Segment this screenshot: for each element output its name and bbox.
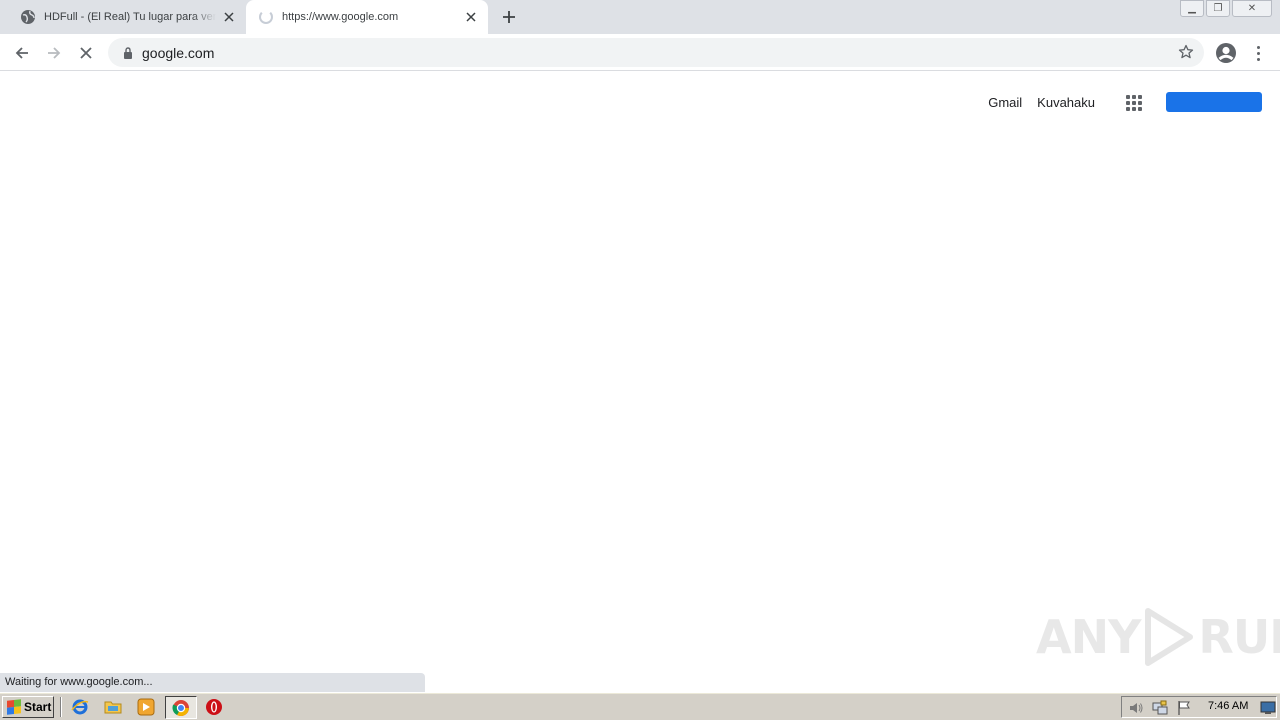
taskbar-separator [60, 697, 62, 717]
flag-icon[interactable] [1176, 700, 1192, 716]
stop-icon [80, 47, 92, 59]
back-arrow-icon [15, 47, 28, 59]
network-icon[interactable] [1152, 700, 1168, 716]
loading-spinner-icon [258, 9, 274, 25]
close-icon: ✕ [1247, 3, 1257, 14]
window-controls: ▁ ❐ ✕ [1180, 0, 1272, 17]
google-header-links: Gmail Kuvahaku [988, 95, 1095, 110]
folder-icon[interactable] [104, 698, 122, 716]
address-text: google.com [142, 44, 215, 61]
volume-icon[interactable] [1128, 700, 1144, 716]
forward-arrow-icon [48, 47, 61, 59]
page-content: Gmail Kuvahaku ANY RUN [0, 72, 1280, 692]
status-bubble: Waiting for www.google.com... [0, 673, 425, 692]
minimize-icon: ▁ [1188, 3, 1196, 14]
windows-logo-icon [7, 699, 21, 715]
browser-menu-icon[interactable] [1252, 41, 1264, 65]
close-tab-icon[interactable] [462, 8, 480, 26]
back-button[interactable] [8, 39, 36, 67]
profile-avatar-icon[interactable] [1214, 41, 1238, 65]
globe-icon [20, 9, 36, 25]
lock-icon [122, 46, 134, 60]
plus-icon [503, 11, 515, 23]
show-desktop-icon[interactable] [1260, 700, 1276, 716]
tab-strip: HDFull - (El Real) Tu lugar para ver pel… [0, 0, 1280, 34]
anyrun-watermark: ANY RUN [1036, 607, 1280, 667]
watermark-right: RUN [1198, 610, 1280, 664]
system-tray: 7:46 AM [1121, 696, 1277, 718]
gmail-link[interactable]: Gmail [988, 95, 1022, 110]
start-label: Start [24, 700, 52, 714]
media-player-icon[interactable] [137, 698, 155, 716]
browser-toolbar: google.com [0, 34, 1280, 71]
clock: 7:46 AM [1208, 700, 1249, 712]
address-bar[interactable]: google.com [108, 38, 1204, 67]
chrome-icon [172, 699, 189, 716]
tab-title: https://www.google.com [282, 11, 399, 23]
tab-hdfull[interactable]: HDFull - (El Real) Tu lugar para ver pel… [0, 0, 246, 34]
minimize-button[interactable]: ▁ [1180, 0, 1204, 17]
restore-button[interactable]: ❐ [1206, 0, 1230, 17]
stop-loading-button[interactable] [72, 39, 100, 67]
sign-in-button[interactable] [1166, 92, 1262, 112]
images-link[interactable]: Kuvahaku [1037, 95, 1095, 110]
play-logo-icon [1145, 608, 1194, 666]
windows-taskbar: Start 7:46 AM [0, 692, 1280, 720]
close-tab-icon[interactable] [220, 8, 238, 26]
opera-icon[interactable] [205, 698, 223, 716]
chrome-taskbar-button[interactable] [165, 696, 197, 719]
forward-button[interactable] [40, 39, 68, 67]
apps-grid-icon[interactable] [1126, 95, 1142, 111]
watermark-left: ANY [1036, 610, 1141, 664]
tab-title: HDFull - (El Real) Tu lugar para ver pel… [44, 11, 216, 23]
restore-icon: ❐ [1213, 3, 1223, 14]
bookmark-star-icon[interactable] [1178, 44, 1194, 60]
internet-explorer-icon[interactable] [71, 698, 89, 716]
close-window-button[interactable]: ✕ [1232, 0, 1272, 17]
tab-google[interactable]: https://www.google.com [246, 0, 488, 34]
start-button[interactable]: Start [2, 696, 54, 718]
new-tab-button[interactable] [498, 6, 520, 28]
